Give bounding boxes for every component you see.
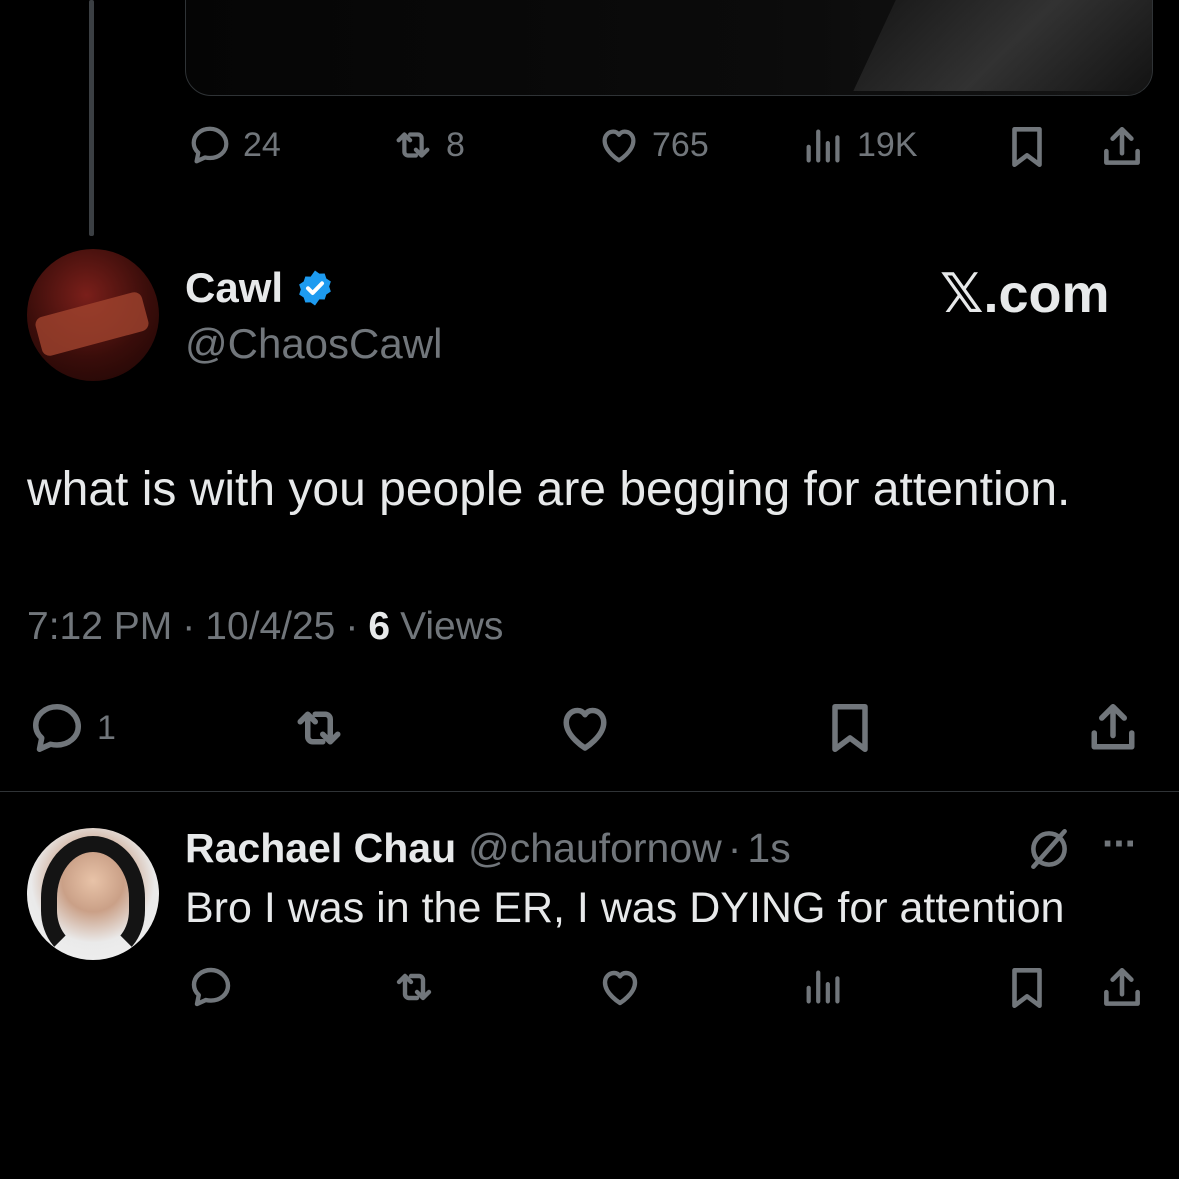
thread-connector-line: [89, 0, 94, 236]
reply-views-button[interactable]: [801, 963, 847, 1009]
reply-text: Bro I was in the ER, I was DYING for att…: [185, 884, 1065, 932]
heart-icon: [563, 707, 607, 751]
repost-icon: [396, 132, 430, 158]
avatar-detail: [33, 290, 151, 358]
main-like-button[interactable]: [555, 698, 615, 758]
heart-icon: [602, 970, 638, 1006]
reply-reply-button[interactable]: [187, 963, 235, 1011]
repost-icon: [396, 973, 432, 1001]
heart-icon: [602, 129, 636, 163]
section-divider: [0, 791, 1179, 792]
reply-icon: [191, 126, 229, 164]
main-bookmark-button[interactable]: [820, 698, 880, 758]
author-name-row[interactable]: Cawl: [185, 264, 335, 312]
parent-bookmark-button[interactable]: [1002, 122, 1052, 172]
repost-count: 8: [446, 125, 465, 164]
media-image: [853, 0, 1152, 91]
reply-repost-button[interactable]: [390, 963, 438, 1011]
more-options-button[interactable]: ···: [1102, 822, 1138, 867]
main-reply-button[interactable]: 1: [27, 698, 116, 758]
verified-badge-icon: [299, 270, 331, 306]
reply-bookmark-button[interactable]: [1002, 963, 1052, 1013]
reply-icon: [33, 704, 81, 752]
bookmark-icon: [832, 704, 868, 752]
reply-share-button[interactable]: [1097, 963, 1147, 1013]
views-count: 19K: [857, 125, 918, 164]
main-share-button[interactable]: [1083, 698, 1143, 758]
parent-share-button[interactable]: [1097, 122, 1147, 172]
x-watermark: 𝕏.com: [940, 264, 1110, 324]
grok-icon: [1031, 829, 1067, 869]
tweet-metadata: 7:12 PM · 10/4/25 · 6 Views: [27, 605, 503, 649]
reply-count: 24: [243, 125, 281, 164]
reply-like-button[interactable]: [596, 963, 644, 1011]
author-name: Cawl: [185, 264, 284, 311]
reply-author-handle[interactable]: @chaufornow: [468, 825, 722, 872]
views-icon: [806, 129, 840, 163]
tweet-date[interactable]: 10/4/25: [205, 605, 335, 649]
parent-views-button[interactable]: 19K: [801, 122, 918, 168]
like-count: 765: [652, 125, 709, 164]
cawl-avatar[interactable]: [27, 249, 159, 381]
separator: ·: [182, 605, 196, 648]
share-icon: [1091, 704, 1135, 750]
views-label: Views: [400, 605, 504, 648]
rachael-avatar[interactable]: [27, 828, 159, 960]
reply-header: Rachael Chau @chaufornow · 1s: [185, 825, 791, 872]
share-icon: [1104, 968, 1140, 1006]
reply-author-name[interactable]: Rachael Chau: [185, 825, 456, 872]
parent-repost-button[interactable]: 8: [390, 122, 465, 168]
reply-time[interactable]: 1s: [747, 825, 790, 872]
views-icon: [806, 970, 840, 1004]
repost-icon: [297, 711, 341, 745]
parent-like-button[interactable]: 765: [596, 122, 709, 168]
reply-icon: [191, 967, 231, 1007]
main-repost-button[interactable]: [289, 698, 349, 758]
author-handle[interactable]: @ChaosCawl: [185, 320, 442, 368]
share-icon: [1104, 126, 1140, 165]
tweet-text: what is with you people are begging for …: [27, 463, 1071, 516]
views-link[interactable]: 6 Views: [368, 605, 503, 649]
views-count: 6: [368, 605, 391, 648]
avatar-hair: [41, 836, 145, 960]
parent-tweet-media[interactable]: [185, 0, 1153, 96]
bookmark-icon: [1012, 126, 1042, 167]
bookmark-icon: [1012, 968, 1042, 1008]
separator: ·: [727, 825, 742, 871]
reply-count: 1: [97, 708, 116, 747]
separator: ·: [345, 605, 359, 648]
tweet-time[interactable]: 7:12 PM: [27, 605, 172, 649]
grok-button[interactable]: [1024, 824, 1074, 879]
parent-reply-button[interactable]: 24: [187, 122, 281, 168]
